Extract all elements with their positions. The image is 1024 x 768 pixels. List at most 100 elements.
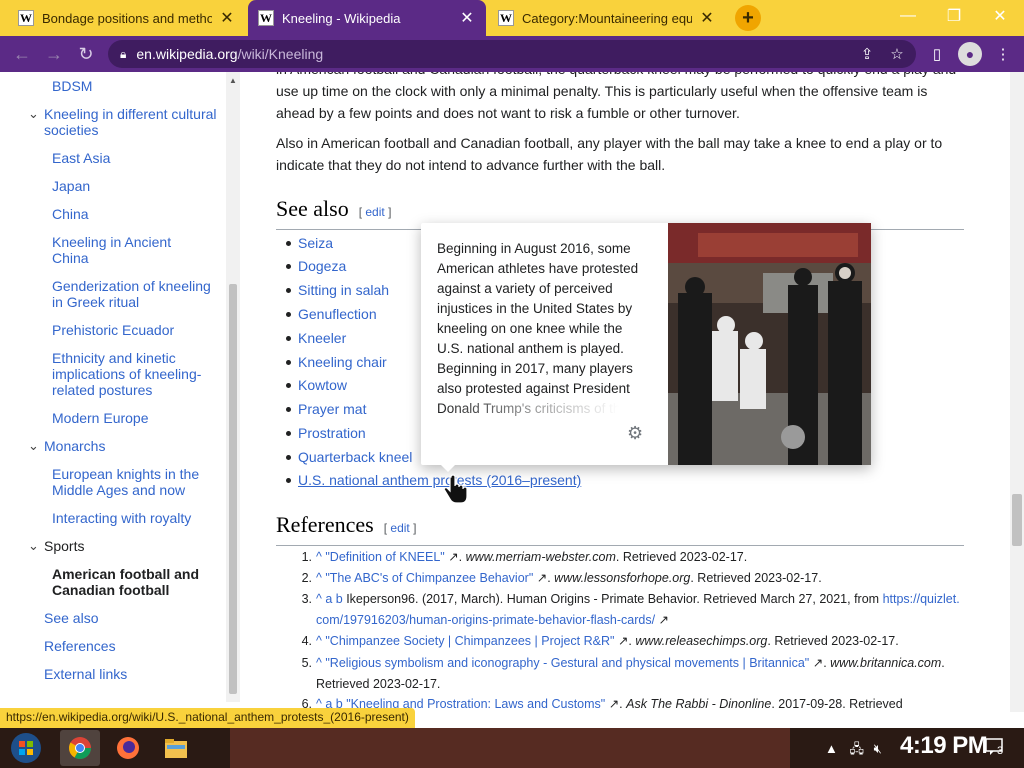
page-preview-popup[interactable]: Beginning in August 2016, some American … <box>421 223 871 465</box>
toc-item-external-links[interactable]: External links <box>44 666 220 682</box>
edit-section-link[interactable]: [ edit ] <box>384 521 417 535</box>
minimize-icon[interactable]: — <box>888 4 928 28</box>
restore-icon[interactable]: ❐ <box>934 4 974 28</box>
toc-item-prehistoric-ecuador[interactable]: Prehistoric Ecuador <box>52 322 222 338</box>
wikipedia-favicon-icon: W <box>18 10 34 26</box>
ref-link[interactable]: https://quizlet. <box>883 592 960 606</box>
see-also-link[interactable]: Kowtow <box>298 376 347 394</box>
toc-item-east-asia[interactable]: East Asia <box>52 150 222 166</box>
ref-number: 2. <box>301 571 312 585</box>
chevron-down-icon[interactable]: ⌄ <box>28 538 39 554</box>
see-also-link[interactable]: Sitting in salah <box>298 281 389 299</box>
new-tab-button[interactable]: + <box>735 5 761 31</box>
page-scrollbar[interactable] <box>1010 72 1024 712</box>
gear-icon[interactable]: ⚙ <box>627 423 645 443</box>
chevron-down-icon[interactable]: ⌄ <box>28 106 39 122</box>
see-also-link[interactable]: Genuflection <box>298 305 377 323</box>
firefox-icon <box>117 737 139 759</box>
reference-item: 1. ^ "Definition of KNEEL" ↗. www.merriam… <box>280 547 970 568</box>
see-also-link[interactable]: Prostration <box>298 424 366 442</box>
reload-icon[interactable]: ↻ <box>74 42 98 66</box>
wikipedia-favicon-icon: W <box>498 10 514 26</box>
page-scrollbar-thumb[interactable] <box>1012 494 1022 546</box>
toc-item-bdsm[interactable]: BDSM <box>52 78 222 94</box>
external-link-icon: ↗ <box>655 613 670 627</box>
reference-item: 2. ^ "The ABC's of Chimpanzee Behavior" ↗… <box>280 568 970 589</box>
ref-backlink[interactable]: ^ <box>316 550 322 564</box>
bullet <box>286 360 291 365</box>
close-icon[interactable]: ✕ <box>458 8 476 28</box>
see-also-link[interactable]: Seiza <box>298 234 333 252</box>
taskbar-clock[interactable]: 4:19 PM <box>900 732 988 760</box>
ref-site: www.britannica.com <box>830 656 942 670</box>
ref-number: 5. <box>301 656 312 670</box>
ref-link[interactable]: com/197916203/human-origins-primate-beha… <box>316 613 655 627</box>
forward-arrow-icon[interactable]: → <box>42 42 66 66</box>
tab-bondage-positions[interactable]: W Bondage positions and methods ✕ <box>8 0 246 36</box>
toc-item-modern-europe[interactable]: Modern Europe <box>52 410 222 426</box>
sidebar-scrollbar-thumb[interactable] <box>229 284 237 694</box>
ref-link[interactable]: "Chimpanzee Society | Chimpanzees | Proj… <box>325 634 614 648</box>
see-also-link[interactable]: Dogeza <box>298 257 346 275</box>
start-button[interactable] <box>6 730 46 766</box>
close-icon[interactable]: ✕ <box>218 8 236 28</box>
see-also-link[interactable]: Quarterback kneel <box>298 448 412 466</box>
window-close-icon[interactable]: ✕ <box>980 4 1020 28</box>
ref-backlink[interactable]: ^ <box>316 656 322 670</box>
show-hidden-icons-arrow-icon[interactable]: ▲ <box>825 741 838 756</box>
ref-link[interactable]: "Definition of KNEEL" <box>325 550 444 564</box>
taskbar-chrome[interactable] <box>60 730 100 766</box>
toc-item-sports[interactable]: Sports <box>44 538 220 554</box>
tab-mountaineering[interactable]: W Category:Mountaineering equip ✕ <box>488 0 726 36</box>
menu-kebab-icon[interactable]: ⋮ <box>992 43 1014 65</box>
toc-item-see-also[interactable]: See also <box>44 610 220 626</box>
address-bar[interactable]: 🔒︎ en.wikipedia.org/wiki/Kneeling <box>108 40 916 68</box>
taskbar-firefox[interactable] <box>108 730 148 766</box>
edit-link[interactable]: edit <box>365 205 384 219</box>
network-icon[interactable]: 🖧︎ <box>850 741 865 756</box>
toc-item-cultural-societies[interactable]: Kneeling in different cultural societies <box>44 106 220 138</box>
tab-kneeling[interactable]: W Kneeling - Wikipedia ✕ <box>248 0 486 36</box>
toc-item-monarchs[interactable]: Monarchs <box>44 438 220 454</box>
volume-muted-icon[interactable]: 🔇︎ <box>874 741 882 756</box>
bullet <box>286 478 291 483</box>
side-panel-icon[interactable]: ▯ <box>926 43 948 65</box>
preview-fade <box>437 399 651 421</box>
ref-backlink[interactable]: ^ <box>316 571 322 585</box>
chevron-down-icon[interactable]: ⌄ <box>28 438 39 454</box>
share-icon[interactable]: ⇪ <box>856 43 878 65</box>
bookmark-star-icon[interactable]: ☆ <box>886 43 908 65</box>
toc-item-ancient-china[interactable]: Kneeling in Ancient China <box>52 234 192 266</box>
taskbar-file-explorer[interactable] <box>156 730 196 766</box>
ref-tail: . 2017-09-28. Retrieved <box>771 697 903 711</box>
see-also-link-hovered[interactable]: U.S. national anthem protests (2016–pres… <box>298 471 581 489</box>
toc-item-greek-ritual[interactable]: Genderization of kneeling in Greek ritua… <box>52 278 218 310</box>
edit-section-link[interactable]: [ edit ] <box>359 205 392 219</box>
edit-link[interactable]: edit <box>390 521 409 535</box>
back-arrow-icon[interactable]: ← <box>10 42 34 66</box>
toc-item-ethnicity-kinetic[interactable]: Ethnicity and kinetic implications of kn… <box>52 350 216 398</box>
toc-item-american-football[interactable]: American football and Canadian football <box>52 566 216 598</box>
close-icon[interactable]: ✕ <box>698 8 716 28</box>
toc-item-european-knights[interactable]: European knights in the Middle Ages and … <box>52 466 212 498</box>
see-also-link[interactable]: Kneeling chair <box>298 353 387 371</box>
scroll-up-arrow-icon[interactable]: ▲ <box>228 76 238 85</box>
see-also-link[interactable]: Kneeler <box>298 329 346 347</box>
toc-item-references[interactable]: References <box>44 638 220 654</box>
paragraph-line: in American football and Canadian footba… <box>276 72 966 80</box>
tab-strip: W Bondage positions and methods ✕ W Knee… <box>0 0 1024 36</box>
bullet <box>286 431 291 436</box>
action-center-icon[interactable]: 3 <box>984 736 1006 758</box>
toc-item-japan[interactable]: Japan <box>52 178 222 194</box>
ref-backlink[interactable]: ^ a b <box>316 592 343 606</box>
toc-item-china[interactable]: China <box>52 206 222 222</box>
ref-site: www.merriam-webster.com <box>465 550 616 564</box>
heading-text: See also <box>276 196 349 221</box>
profile-avatar-icon[interactable]: ● <box>958 42 982 66</box>
preview-thumbnail[interactable] <box>668 223 871 465</box>
ref-backlink[interactable]: ^ <box>316 634 322 648</box>
toc-item-interacting-royalty[interactable]: Interacting with royalty <box>52 510 222 526</box>
ref-link[interactable]: "Religious symbolism and iconography - G… <box>325 656 809 670</box>
ref-link[interactable]: "The ABC's of Chimpanzee Behavior" <box>325 571 533 585</box>
see-also-link[interactable]: Prayer mat <box>298 400 366 418</box>
